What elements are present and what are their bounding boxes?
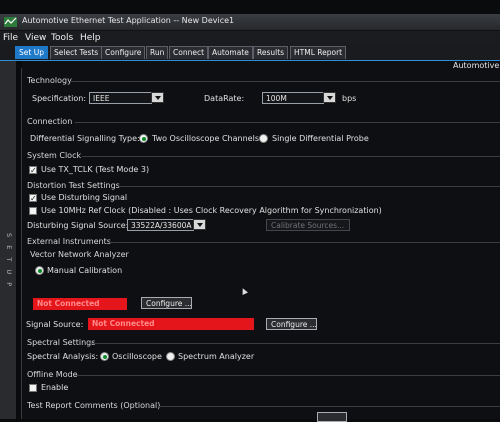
two-channels-label: Two Oscilloscope Channels (152, 134, 259, 143)
menu-tools[interactable]: Tools (51, 33, 73, 43)
divider (90, 343, 500, 344)
corner-label: Automotive (453, 61, 500, 70)
menu-view[interactable]: View (25, 33, 46, 43)
disturbing-signal-checkbox[interactable]: ✓ (29, 194, 37, 203)
app-icon (4, 17, 17, 27)
spec-dropdown-icon[interactable] (151, 92, 164, 103)
tab-automate[interactable]: Automate (208, 46, 253, 59)
spectrum-analyzer-label: Spectrum Analyzer (178, 352, 255, 361)
technology-heading: Technology (27, 76, 72, 85)
divider (158, 406, 500, 407)
tab-select-tests[interactable]: Select Tests (50, 46, 103, 59)
calibrate-sources-button[interactable]: Calibrate Sources... (266, 219, 350, 231)
report-comments-button[interactable] (317, 412, 347, 422)
connection-heading: Connection (27, 117, 73, 126)
oscilloscope-label: Oscilloscope (112, 352, 162, 361)
system-clock-heading: System Clock (27, 151, 82, 160)
vna-status: Not Connected (33, 298, 127, 310)
tx-tclk-label: Use TX_TCLK (Test Mode 3) (41, 165, 150, 174)
side-rail-label: S E T U P (5, 233, 13, 290)
menu-help[interactable]: Help (80, 33, 101, 43)
divider (110, 242, 500, 243)
datarate-select[interactable]: 100M (262, 92, 324, 104)
title-bar: Automotive Ethernet Test Application -- … (0, 14, 500, 31)
menu-bar: File View Tools Help (0, 31, 500, 45)
ref-clock-label: Use 10MHz Ref Clock (Disabled : Uses Clo… (41, 206, 382, 215)
external-heading: External Instruments (27, 237, 111, 246)
ref-clock-checkbox[interactable] (29, 207, 37, 215)
spec-label: Specification: (32, 94, 87, 103)
panel-divider (21, 68, 22, 419)
two-channels-radio[interactable] (139, 134, 148, 143)
vna-heading: Vector Network Analyzer (30, 250, 129, 259)
single-probe-label: Single Differential Probe (272, 134, 369, 143)
datarate-unit: bps (342, 94, 357, 103)
offline-enable-label: Enable (41, 383, 69, 392)
datarate-dropdown-icon[interactable] (323, 92, 336, 103)
divider (119, 186, 500, 187)
disturbing-source-select[interactable]: 33522A/33600A (127, 219, 194, 231)
menu-file[interactable]: File (3, 33, 18, 43)
window-title: Automotive Ethernet Test Application -- … (22, 16, 235, 25)
divider (70, 81, 500, 82)
spec-select[interactable]: IEEE (89, 92, 152, 104)
tab-configure[interactable]: Configure (101, 46, 146, 59)
spectrum-analyzer-radio[interactable] (166, 352, 175, 361)
signal-source-configure-button[interactable]: Configure ... (266, 318, 317, 330)
diff-signalling-label: Differential Signalling Type: (30, 134, 140, 143)
divider (76, 375, 500, 376)
vna-configure-button[interactable]: Configure ... (141, 297, 192, 309)
divider (82, 156, 500, 157)
datarate-label: DataRate: (204, 94, 245, 103)
disturbing-source-dropdown-icon[interactable] (193, 219, 206, 230)
tab-bar: Set Up Select Tests Configure Run Connec… (0, 45, 500, 61)
manual-calibration-label: Manual Calibration (47, 266, 123, 275)
oscilloscope-radio[interactable] (100, 352, 109, 361)
side-rail: S E T U P (0, 61, 16, 419)
spectral-heading: Spectral Settings (27, 338, 96, 347)
tab-set-up[interactable]: Set Up (15, 46, 48, 59)
tab-run[interactable]: Run (146, 46, 169, 59)
divider (75, 122, 500, 123)
disturbing-source-label: Disturbing Signal Source: (27, 221, 129, 230)
tab-results[interactable]: Results (253, 46, 289, 59)
disturbing-signal-label: Use Disturbing Signal (41, 193, 128, 202)
tab-connect[interactable]: Connect (169, 46, 209, 59)
manual-calibration-radio[interactable] (35, 266, 44, 275)
offline-enable-checkbox[interactable] (29, 384, 37, 392)
tab-html-report[interactable]: HTML Report (290, 46, 347, 59)
signal-source-status: Not Connected (88, 318, 254, 330)
spectral-analysis-label: Spectral Analysis: (27, 352, 99, 361)
single-probe-radio[interactable] (259, 134, 268, 143)
tx-tclk-checkbox[interactable]: ✓ (29, 166, 37, 175)
offline-heading: Offline Mode (27, 370, 78, 379)
signal-source-label: Signal Source: (26, 320, 84, 329)
report-comments-heading: Test Report Comments (Optional) (27, 401, 161, 410)
distortion-heading: Distortion Test Settings (27, 181, 120, 190)
